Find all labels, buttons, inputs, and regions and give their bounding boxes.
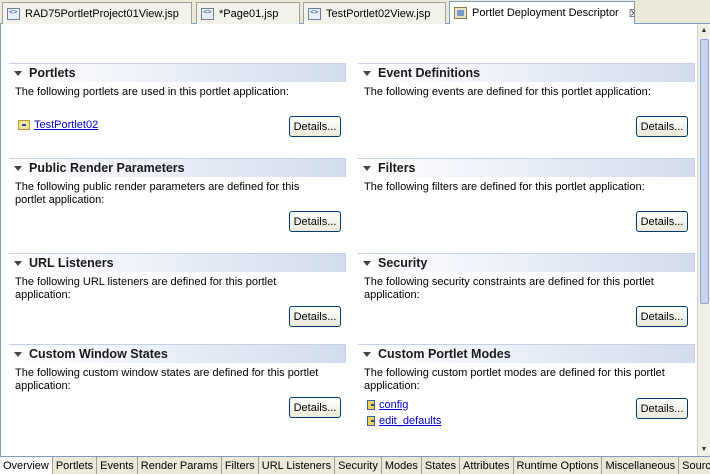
page-tab-render-params[interactable]: Render Params: [137, 457, 222, 474]
portlet-mode-icon: [367, 416, 375, 426]
expand-triangle-icon[interactable]: [363, 70, 371, 76]
page-tab-events[interactable]: Events: [97, 457, 138, 474]
page-tabs: Overview Portlets Events Render Params F…: [0, 456, 710, 474]
section-header[interactable]: Public Render Parameters: [9, 158, 346, 177]
section-header[interactable]: Portlets: [9, 63, 346, 82]
page-tab-states[interactable]: States: [421, 457, 461, 474]
portlet-mode-icon: [367, 400, 375, 410]
expand-triangle-icon[interactable]: [14, 351, 22, 357]
editor-tab-portlet-deployment-descriptor[interactable]: Portlet Deployment Descriptor ☒: [449, 1, 635, 24]
jsp-file-icon: [7, 7, 20, 20]
expand-triangle-icon[interactable]: [363, 351, 371, 357]
descriptor-icon: [454, 7, 467, 19]
jsp-file-icon: [201, 7, 214, 20]
section-title: Portlets: [29, 66, 76, 80]
section-description: The following filters are defined for th…: [364, 181, 645, 193]
section-description: The following public render parameters a…: [15, 181, 300, 206]
custom-window-states-details-button[interactable]: Details...: [289, 397, 341, 418]
url-listeners-details-button[interactable]: Details...: [289, 306, 341, 327]
custom-portlet-modes-section: Custom Portlet Modes The following custo…: [358, 344, 695, 454]
section-title: URL Listeners: [29, 256, 114, 270]
security-details-button[interactable]: Details...: [636, 306, 688, 327]
section-header[interactable]: Event Definitions: [358, 63, 695, 82]
expand-triangle-icon[interactable]: [14, 70, 22, 76]
custom-window-states-section: Custom Window States The following custo…: [9, 344, 346, 444]
list-item[interactable]: TestPortlet02: [18, 117, 98, 133]
event-definitions-details-button[interactable]: Details...: [636, 116, 688, 137]
expand-triangle-icon[interactable]: [363, 260, 371, 266]
editor-tab-page01[interactable]: *Page01.jsp: [196, 2, 300, 24]
page-tab-security[interactable]: Security: [335, 457, 382, 474]
page-tab-runtime-options[interactable]: Runtime Options: [513, 457, 603, 474]
section-description: The following custom window states are d…: [15, 367, 319, 392]
portlets-details-button[interactable]: Details...: [289, 116, 341, 137]
scroll-down-arrow-icon[interactable]: ▼: [698, 443, 710, 456]
page-tab-source[interactable]: Source: [679, 457, 710, 474]
custom-portlet-modes-details-button[interactable]: Details...: [636, 398, 688, 419]
public-render-parameters-details-button[interactable]: Details...: [289, 211, 341, 232]
filters-details-button[interactable]: Details...: [636, 211, 688, 232]
scroll-up-arrow-icon[interactable]: ▲: [698, 24, 710, 37]
portlet-modes-list: config edit_defaults: [367, 397, 441, 429]
url-listeners-section: URL Listeners The following URL listener…: [9, 253, 346, 339]
page-tab-miscellaneous[interactable]: Miscellaneous: [602, 457, 680, 474]
editor-tab-testportlet02view[interactable]: TestPortlet02View.jsp: [303, 2, 446, 24]
list-item[interactable]: edit_defaults: [367, 413, 441, 429]
portlet-mode-link[interactable]: edit_defaults: [379, 415, 441, 427]
section-header[interactable]: Custom Window States: [9, 344, 346, 363]
security-section: Security The following security constrai…: [358, 253, 695, 339]
expand-triangle-icon[interactable]: [363, 165, 371, 171]
page-tab-modes[interactable]: Modes: [381, 457, 422, 474]
portlets-section: Portlets The following portlets are used…: [9, 63, 346, 149]
portlet-mode-link[interactable]: config: [379, 399, 408, 411]
portlet-link[interactable]: TestPortlet02: [34, 119, 98, 131]
portlet-icon: [18, 120, 30, 130]
section-title: Filters: [378, 161, 416, 175]
section-header[interactable]: Custom Portlet Modes: [358, 344, 695, 363]
overview-page: Portlets The following portlets are used…: [0, 24, 697, 456]
editor-tab-label: Portlet Deployment Descriptor: [472, 7, 619, 19]
jsp-file-icon: [308, 7, 321, 20]
section-title: Security: [378, 256, 428, 270]
editor-tab-rad75portletproject01view[interactable]: RAD75PortletProject01View.jsp: [2, 2, 192, 24]
expand-triangle-icon[interactable]: [14, 165, 22, 171]
section-header[interactable]: Security: [358, 253, 695, 272]
public-render-parameters-section: Public Render Parameters The following p…: [9, 158, 346, 244]
page-tab-attributes[interactable]: Attributes: [460, 457, 514, 474]
section-title: Public Render Parameters: [29, 161, 185, 175]
editor-tab-label: *Page01.jsp: [219, 7, 279, 20]
section-description: The following URL listeners are defined …: [15, 276, 277, 301]
section-description: The following events are defined for thi…: [364, 86, 651, 98]
section-title: Custom Portlet Modes: [378, 347, 511, 361]
page-tab-overview[interactable]: Overview: [0, 457, 53, 474]
editor-tab-label: TestPortlet02View.jsp: [326, 7, 431, 20]
section-description: The following custom portlet modes are d…: [364, 367, 665, 392]
section-header[interactable]: Filters: [358, 158, 695, 177]
scrollbar-thumb[interactable]: [700, 39, 709, 304]
section-title: Event Definitions: [378, 66, 481, 80]
close-icon[interactable]: ☒: [629, 7, 634, 20]
section-description: The following security constraints are d…: [364, 276, 654, 301]
filters-section: Filters The following filters are define…: [358, 158, 695, 244]
vertical-scrollbar[interactable]: ▲ ▼: [697, 24, 710, 456]
portlets-list: TestPortlet02: [18, 117, 98, 133]
page-tab-url-listeners[interactable]: URL Listeners: [258, 457, 336, 474]
section-description: The following portlets are used in this …: [15, 86, 289, 98]
page-tab-portlets[interactable]: Portlets: [52, 457, 98, 474]
list-item[interactable]: config: [367, 397, 441, 413]
editor-tab-strip: RAD75PortletProject01View.jsp *Page01.js…: [0, 0, 710, 24]
event-definitions-section: Event Definitions The following events a…: [358, 63, 695, 149]
expand-triangle-icon[interactable]: [14, 260, 22, 266]
editor-tab-label: RAD75PortletProject01View.jsp: [25, 7, 179, 20]
page-tab-filters[interactable]: Filters: [221, 457, 259, 474]
section-header[interactable]: URL Listeners: [9, 253, 346, 272]
section-title: Custom Window States: [29, 347, 168, 361]
